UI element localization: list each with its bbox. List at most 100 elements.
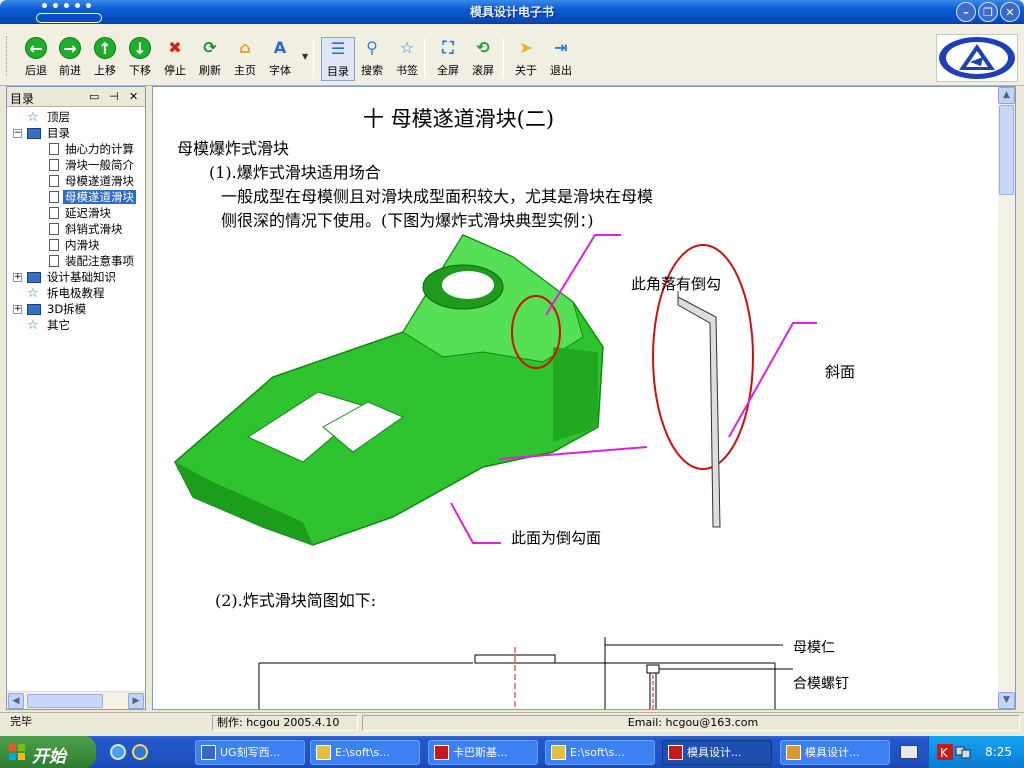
toolbar-label: 目录 — [327, 65, 349, 78]
slider-part-illustration — [174, 234, 817, 546]
refresh-icon: ⟳ — [203, 38, 217, 57]
star-icon: ☆ — [27, 286, 39, 301]
down-arrow-icon: ↓ — [129, 37, 151, 59]
window-title: 模具设计电子书 — [469, 5, 554, 19]
toolbar-label: 前进 — [59, 64, 81, 77]
toc-horizontal-scrollbar[interactable]: ◀ ▶ — [7, 691, 145, 709]
scroll-up-icon[interactable]: ▲ — [998, 87, 1015, 104]
task-label: 模具设计... — [687, 746, 742, 759]
toc-item[interactable]: 3D拆模 — [27, 301, 88, 317]
task-label: UG刻写西... — [220, 746, 281, 759]
toolbar-label: 上移 — [94, 64, 116, 77]
toc-item[interactable]: 设计基础知识 — [27, 269, 118, 285]
home-icon: ⌂ — [239, 38, 251, 57]
toolbar-button-about[interactable]: ➤ 关于 — [509, 37, 543, 81]
toolbar-label: 下移 — [129, 64, 151, 77]
taskbar-task[interactable]: 卡巴斯基... — [428, 740, 538, 765]
toolbar-button-stop[interactable]: ✖ 停止 — [158, 37, 192, 81]
toc-item-label: 装配注意事项 — [65, 254, 134, 268]
toc-item[interactable]: ☆ 其它 — [27, 317, 72, 333]
toolbar-button-toc[interactable]: ☰ 目录 — [321, 37, 355, 81]
panel-pin-icon[interactable]: ⊣ — [109, 90, 119, 103]
task-label: E:\soft\s... — [570, 746, 625, 759]
toc-header: 目录 ▭ ⊣ ✕ — [7, 87, 145, 107]
toc-item-label: 母模遂道滑块 — [65, 174, 134, 188]
toc-item[interactable]: 母模遂道滑块 — [49, 189, 137, 205]
status-email: Email: hcgou@163.com — [362, 715, 1020, 731]
toolbar-button-search[interactable]: ⚲ 搜索 — [355, 37, 389, 81]
toolbar-button-fullscreen[interactable]: ⛶ 全屏 — [431, 37, 465, 81]
toolbar-label: 主页 — [234, 64, 256, 77]
antivirus-tray-icon[interactable]: K — [937, 744, 953, 760]
start-label: 开始 — [32, 747, 66, 767]
toc-item[interactable]: 目录 — [27, 125, 72, 141]
toc-item[interactable]: 延迟滑块 — [49, 205, 113, 221]
toolbar-button-home[interactable]: ⌂ 主页 — [228, 37, 262, 81]
toc-scroll-thumb[interactable] — [27, 694, 103, 708]
toolbar-grip[interactable] — [6, 36, 9, 76]
document-page-icon — [49, 239, 59, 251]
minimize-button[interactable]: – — [956, 2, 976, 22]
taskbar-task[interactable]: E:\soft\s... — [545, 740, 655, 765]
callout-corner-undercut: 此角落有倒勾 — [631, 275, 722, 293]
up-arrow-icon: ↑ — [94, 37, 116, 59]
panel-dock-icon[interactable]: ▭ — [89, 90, 99, 103]
restore-button[interactable]: ❐ — [978, 2, 998, 22]
toc-item[interactable]: 抽心力的计算 — [49, 141, 136, 157]
callout-undercut-face: 此面为倒勾面 — [511, 529, 602, 547]
scroll-right-icon[interactable]: ▶ — [128, 693, 144, 709]
document-page-icon — [49, 143, 59, 155]
page-title: 十 母模遂道滑块(二) — [363, 107, 555, 131]
collapse-toggle-icon[interactable]: − — [13, 129, 22, 138]
document-scroll-thumb[interactable] — [999, 105, 1014, 195]
label-clamp-screw: 合模螺钉 — [793, 676, 849, 692]
taskbar-task[interactable]: 模具设计... — [662, 740, 772, 765]
toolbar-button-down-arrow[interactable]: ↓ 下移 — [123, 37, 157, 81]
toc-item-label: 母模遂道滑块 — [62, 189, 137, 205]
toc-item-label: 顶层 — [47, 110, 70, 124]
taskbar-task[interactable]: E:\soft\s... — [310, 740, 420, 765]
exit-icon: ⇥ — [554, 38, 568, 57]
toolbar-button-exit[interactable]: ⇥ 退出 — [544, 37, 578, 81]
status-bar: 完毕 制作: hcgou 2005.4.10 Email: hcgou@163.… — [0, 712, 1024, 732]
status-author: 制作: hcgou 2005.4.10 — [212, 715, 358, 731]
toc-item[interactable]: ☆ 顶层 — [27, 109, 72, 125]
network-tray-icon[interactable] — [955, 744, 971, 760]
paragraph-line-1: 一般成型在母模侧且对滑块成型面积较大，尤其是滑块在母模 — [221, 187, 654, 206]
task-app-icon — [434, 745, 449, 760]
toc-item[interactable]: 滑块一般简介 — [49, 157, 136, 173]
panel-close-icon[interactable]: ✕ — [129, 90, 138, 103]
about-icon: ➤ — [519, 38, 533, 57]
toolbar-button-forward-arrow[interactable]: → 前进 — [53, 37, 87, 81]
start-button[interactable]: 开始 — [0, 736, 96, 768]
close-button[interactable]: ✕ — [1000, 2, 1020, 22]
document-vertical-scrollbar[interactable]: ▲ ▼ — [998, 87, 1015, 709]
scroll-left-icon[interactable]: ◀ — [8, 693, 24, 709]
taskbar-task[interactable]: UG刻写西... — [195, 740, 305, 765]
toolbar-button-up-arrow[interactable]: ↑ 上移 — [88, 37, 122, 81]
toolbar-button-autoscroll[interactable]: ⟲ 滚屏 — [466, 37, 500, 81]
item-heading-2: (2).炸式滑块简图如下: — [215, 591, 377, 610]
toolbar-button-font[interactable]: A 字体 — [263, 37, 297, 81]
taskbar-task[interactable]: 模具设计... — [780, 740, 890, 765]
expand-toggle-icon[interactable]: + — [13, 305, 22, 314]
title-bar[interactable]: 模具设计电子书 – ❐ ✕ — [0, 0, 1024, 24]
scroll-down-icon[interactable]: ▼ — [998, 692, 1015, 709]
toolbar-button-refresh[interactable]: ⟳ 刷新 — [193, 37, 227, 81]
expand-toggle-icon[interactable]: + — [13, 273, 22, 282]
document-page-icon — [49, 223, 59, 235]
toolbar-label: 关于 — [515, 64, 537, 77]
toc-item[interactable]: 母模遂道滑块 — [49, 173, 136, 189]
toolbar-button-back-arrow[interactable]: ← 后退 — [19, 37, 53, 81]
toc-item[interactable]: ☆ 拆电极教程 — [27, 285, 107, 301]
toc-item[interactable]: 内滑块 — [49, 237, 102, 253]
font-dropdown-chevron-icon[interactable]: ▼ — [302, 52, 308, 61]
task-label: 模具设计... — [805, 746, 860, 759]
ie-quicklaunch-icon[interactable] — [110, 744, 126, 760]
toc-item[interactable]: 斜销式滑块 — [49, 221, 125, 237]
document-page-icon — [49, 159, 59, 171]
keyboard-layout-icon[interactable] — [900, 745, 918, 759]
browser-quicklaunch-icon[interactable] — [132, 744, 148, 760]
toc-item[interactable]: 装配注意事项 — [49, 253, 136, 269]
toolbar-button-bookmark[interactable]: ☆ 书签 — [390, 37, 424, 81]
